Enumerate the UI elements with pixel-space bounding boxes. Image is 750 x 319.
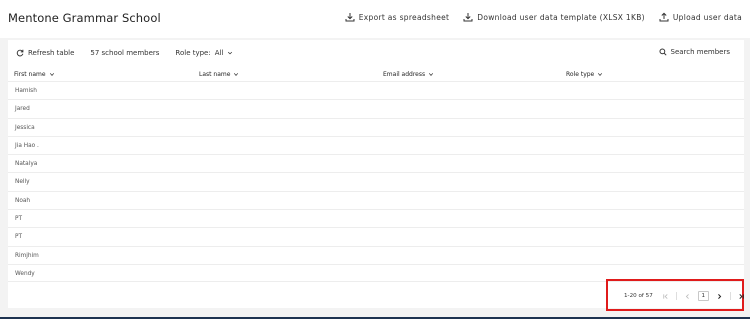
first-name-cell: PT (15, 234, 23, 241)
table-body: Hamish Jared Jessica Jia Hao . Natalya N… (8, 81, 744, 283)
upload-icon (659, 12, 669, 22)
table-row[interactable]: Jessica (8, 117, 744, 136)
chevron-down-icon (429, 73, 434, 76)
refresh-icon (16, 49, 24, 57)
chevron-down-icon (598, 73, 603, 76)
table-row[interactable]: PT (8, 209, 744, 227)
chevron-right-icon (717, 293, 722, 299)
page-title: Mentone Grammar School (8, 11, 161, 25)
first-name-cell: Wendy (15, 270, 35, 277)
members-table-card: Refresh table 57 school members Role typ… (8, 40, 744, 308)
role-filter-label: Role type: (175, 49, 211, 57)
search-members-button[interactable]: Search members (658, 48, 731, 56)
export-spreadsheet-label: Export as spreadsheet (358, 12, 450, 22)
pagination-divider (675, 292, 677, 300)
download-icon (463, 13, 473, 22)
member-count-text: 57 school members (90, 49, 160, 57)
last-page-button[interactable] (736, 291, 747, 301)
table-row[interactable]: Jared (8, 99, 744, 117)
first-name-cell: Rimjhim (15, 252, 39, 259)
table-row[interactable]: PT (8, 227, 744, 245)
pagination-divider (729, 292, 731, 300)
first-name-cell: Nelly (15, 179, 30, 186)
download-template-label: Download user data template (XLSX 1KB) (477, 12, 645, 22)
next-page-button[interactable] (714, 291, 725, 301)
table-row[interactable]: Jia Hao . (8, 135, 744, 154)
header-actions: Export as spreadsheet Download user data… (345, 12, 742, 22)
first-name-cell: Noah (15, 197, 31, 204)
search-members-label: Search members (670, 48, 731, 56)
member-count: 57 school members (90, 49, 159, 57)
first-name-cell: Jessica (15, 124, 35, 131)
refresh-table-label: Refresh table (28, 49, 75, 57)
column-header-label: Last name (199, 71, 231, 78)
first-name-cell: Hamish (15, 88, 37, 94)
table-row[interactable]: Natalya (8, 154, 744, 172)
download-template-button[interactable]: Download user data template (XLSX 1KB) (463, 12, 645, 22)
search-icon (658, 48, 667, 56)
first-name-cell: Jared (15, 106, 30, 113)
chevron-down-icon (228, 51, 233, 55)
current-page-number[interactable]: 1 (697, 291, 709, 301)
upload-user-data-label: Upload user data (672, 12, 742, 22)
table-row[interactable]: Rimjhim (8, 245, 744, 264)
column-header-role-type[interactable]: Role type (566, 71, 603, 78)
first-name-cell: PT (15, 216, 23, 223)
upload-user-data-button[interactable]: Upload user data (659, 12, 742, 22)
column-header-last-name[interactable]: Last name (199, 71, 239, 78)
export-spreadsheet-button[interactable]: Export as spreadsheet (345, 12, 450, 22)
chevron-left-icon (685, 293, 689, 299)
role-filter-value: All (214, 49, 224, 57)
column-header-email[interactable]: Email address (383, 71, 434, 78)
table-row[interactable]: Hamish (8, 81, 744, 99)
table-row[interactable]: Noah (8, 190, 744, 209)
pagination: 1-20 of 57 1 (624, 291, 747, 301)
role-type-filter[interactable]: Role type: All (175, 49, 233, 57)
pagination-range: 1-20 of 57 (624, 293, 653, 299)
chevron-down-icon (234, 73, 239, 76)
column-header-label: First name (14, 71, 46, 78)
column-header-first-name[interactable]: First name (14, 71, 55, 78)
table-header-row: First name Last name Email address Role … (8, 71, 744, 81)
page-header: Mentone Grammar School Export as spreads… (0, 0, 750, 38)
table-toolbar: Refresh table 57 school members Role typ… (8, 40, 744, 66)
download-icon (345, 13, 355, 22)
first-page-icon (663, 293, 668, 299)
last-page-icon (739, 293, 744, 299)
previous-page-button[interactable] (682, 291, 693, 301)
chevron-down-icon (49, 73, 54, 76)
column-header-label: Role type (566, 71, 595, 78)
table-row[interactable]: Nelly (8, 172, 744, 190)
refresh-table-button[interactable]: Refresh table (16, 49, 74, 57)
first-name-cell: Natalya (15, 161, 38, 168)
first-page-button[interactable] (660, 291, 671, 301)
first-name-cell: Jia Hao . (15, 142, 39, 149)
column-header-label: Email address (383, 71, 426, 78)
